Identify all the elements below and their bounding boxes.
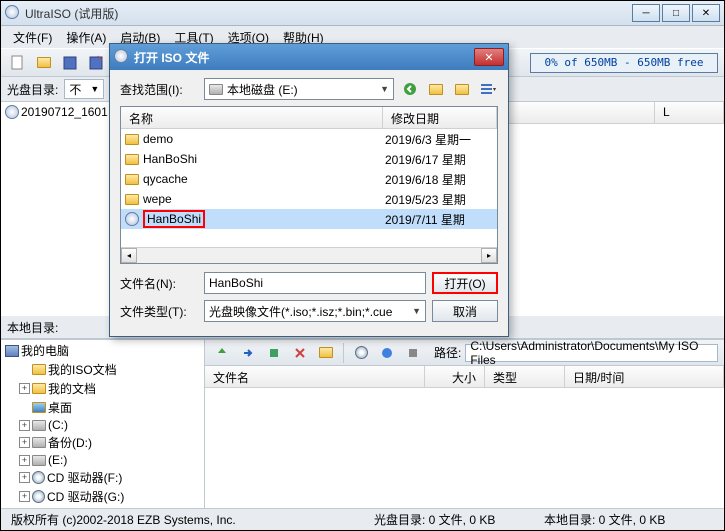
tree-drive-f[interactable]: +CD 驱动器(F:): [3, 468, 202, 487]
props-icon[interactable]: [376, 342, 398, 364]
mount2-icon[interactable]: [350, 342, 372, 364]
file-name-label: wepe: [143, 192, 172, 206]
filetype-label: 文件类型(T):: [120, 303, 198, 320]
open-dialog: 打开 ISO 文件 ✕ 查找范围(I): 本地磁盘 (E:) ▼ 名称 修改日期…: [109, 43, 509, 337]
file-date-label: 2019/6/17 星期: [385, 151, 497, 168]
maximize-button[interactable]: □: [662, 4, 690, 22]
file-row[interactable]: HanBoShi 2019/7/11 星期: [121, 209, 497, 229]
lookin-value: 本地磁盘 (E:): [227, 81, 298, 98]
dialog-title-text: 打开 ISO 文件: [134, 49, 474, 66]
open-icon[interactable]: [33, 52, 55, 74]
col-size[interactable]: 大小: [425, 366, 485, 387]
back-icon[interactable]: [400, 79, 420, 99]
status-iso: 光盘目录: 0 文件, 0 KB: [374, 511, 544, 528]
file-row[interactable]: demo 2019/6/3 星期一: [121, 129, 497, 149]
dialog-icon: [114, 49, 130, 65]
folder-icon: [125, 174, 139, 185]
iso-dir-label: 光盘目录:: [7, 81, 58, 98]
menu-file[interactable]: 文件(F): [7, 27, 58, 48]
file-name-label: HanBoShi: [143, 210, 205, 228]
iso-combo[interactable]: 不▼: [64, 79, 104, 99]
filename-input[interactable]: [204, 272, 426, 294]
app-icon: [5, 5, 21, 21]
tree-computer[interactable]: 我的电脑: [3, 341, 202, 360]
saveas-icon[interactable]: [85, 52, 107, 74]
file-date-label: 2019/6/3 星期一: [385, 131, 497, 148]
file-row[interactable]: qycache 2019/6/18 星期: [121, 169, 497, 189]
status-copyright: 版权所有 (c)2002-2018 EZB Systems, Inc.: [11, 511, 374, 528]
file-row[interactable]: wepe 2019/5/23 星期: [121, 189, 497, 209]
iso-file-icon: [125, 212, 139, 226]
forward-icon[interactable]: [237, 342, 259, 364]
add-icon[interactable]: [263, 342, 285, 364]
chevron-down-icon: ▼: [380, 84, 389, 94]
filetype-combo[interactable]: 光盘映像文件(*.iso;*.isz;*.bin;*.cue ▼: [204, 300, 426, 322]
new-icon[interactable]: [7, 52, 29, 74]
dialog-close-button[interactable]: ✕: [474, 48, 504, 66]
settings-icon[interactable]: [402, 342, 424, 364]
file-name-label: qycache: [143, 172, 188, 186]
file-date-label: 2019/5/23 星期: [385, 191, 497, 208]
file-row[interactable]: HanBoShi 2019/6/17 星期: [121, 149, 497, 169]
iso-tree-root-label: 20190712_1601: [21, 105, 108, 119]
local-toolbar: 路径: C:\Users\Administrator\Documents\My …: [205, 340, 724, 366]
h-scrollbar[interactable]: ◂ ▸: [121, 247, 497, 263]
main-titlebar: UltraISO (试用版) ─ □ ✕: [1, 1, 724, 26]
tree-drive-d[interactable]: +备份(D:): [3, 433, 202, 452]
dialog-titlebar: 打开 ISO 文件 ✕: [110, 44, 508, 70]
cancel-button[interactable]: 取消: [432, 300, 498, 322]
file-date-label: 2019/6/18 星期: [385, 171, 497, 188]
folder-icon: [125, 154, 139, 165]
path-input[interactable]: C:\Users\Administrator\Documents\My ISO …: [465, 344, 718, 362]
col-dlg-name[interactable]: 名称: [121, 107, 383, 128]
scroll-left-icon[interactable]: ◂: [121, 248, 137, 263]
capacity-meter: 0% of 650MB - 650MB free: [530, 53, 718, 73]
folder-icon: [125, 134, 139, 145]
lookin-combo[interactable]: 本地磁盘 (E:) ▼: [204, 78, 394, 100]
col-l[interactable]: L: [655, 102, 724, 123]
folder-icon: [125, 194, 139, 205]
filename-label: 文件名(N):: [120, 275, 198, 292]
minimize-button[interactable]: ─: [632, 4, 660, 22]
tree-drive-g[interactable]: +CD 驱动器(G:): [3, 487, 202, 506]
tree-my-docs[interactable]: +我的文档: [3, 379, 202, 398]
col-name2[interactable]: 文件名: [205, 366, 425, 387]
window-title: UltraISO (试用版): [25, 5, 632, 22]
delete-icon[interactable]: [289, 342, 311, 364]
col-date2[interactable]: 日期/时间: [565, 366, 724, 387]
path-label: 路径:: [434, 344, 461, 361]
new-folder-icon[interactable]: [452, 79, 472, 99]
tree-drive-e[interactable]: +(E:): [3, 452, 202, 468]
scroll-right-icon[interactable]: ▸: [481, 248, 497, 263]
up-icon[interactable]: [211, 342, 233, 364]
save-icon[interactable]: [59, 52, 81, 74]
view-menu-icon[interactable]: [478, 79, 498, 99]
open-button[interactable]: 打开(O): [432, 272, 498, 294]
local-dir-label: 本地目录:: [7, 319, 58, 336]
up-folder-icon[interactable]: [426, 79, 446, 99]
filetype-value: 光盘映像文件(*.iso;*.isz;*.bin;*.cue: [209, 303, 392, 320]
file-name-label: HanBoShi: [143, 152, 197, 166]
col-dlg-date[interactable]: 修改日期: [383, 107, 497, 128]
chevron-down-icon: ▼: [412, 306, 421, 316]
tree-drive-c[interactable]: +(C:): [3, 417, 202, 433]
local-tree-pane: 我的电脑 我的ISO文档 +我的文档 桌面 +(C:) +备份(D:) +(E:…: [1, 340, 205, 508]
lookin-label: 查找范围(I):: [120, 81, 198, 98]
file-name-label: demo: [143, 132, 173, 146]
newfolder-icon[interactable]: [315, 342, 337, 364]
tree-iso-docs[interactable]: 我的ISO文档: [3, 360, 202, 379]
close-button[interactable]: ✕: [692, 4, 720, 22]
file-list: 名称 修改日期 demo 2019/6/3 星期一 HanBoShi 2019/6/1…: [120, 106, 498, 264]
col-type[interactable]: 类型: [485, 366, 565, 387]
status-local: 本地目录: 0 文件, 0 KB: [544, 511, 714, 528]
local-list-pane: 路径: C:\Users\Administrator\Documents\My …: [205, 340, 724, 508]
tree-desktop[interactable]: 桌面: [3, 398, 202, 417]
statusbar: 版权所有 (c)2002-2018 EZB Systems, Inc. 光盘目录…: [1, 508, 724, 530]
menu-action[interactable]: 操作(A): [60, 27, 112, 48]
file-date-label: 2019/7/11 星期: [385, 211, 497, 228]
